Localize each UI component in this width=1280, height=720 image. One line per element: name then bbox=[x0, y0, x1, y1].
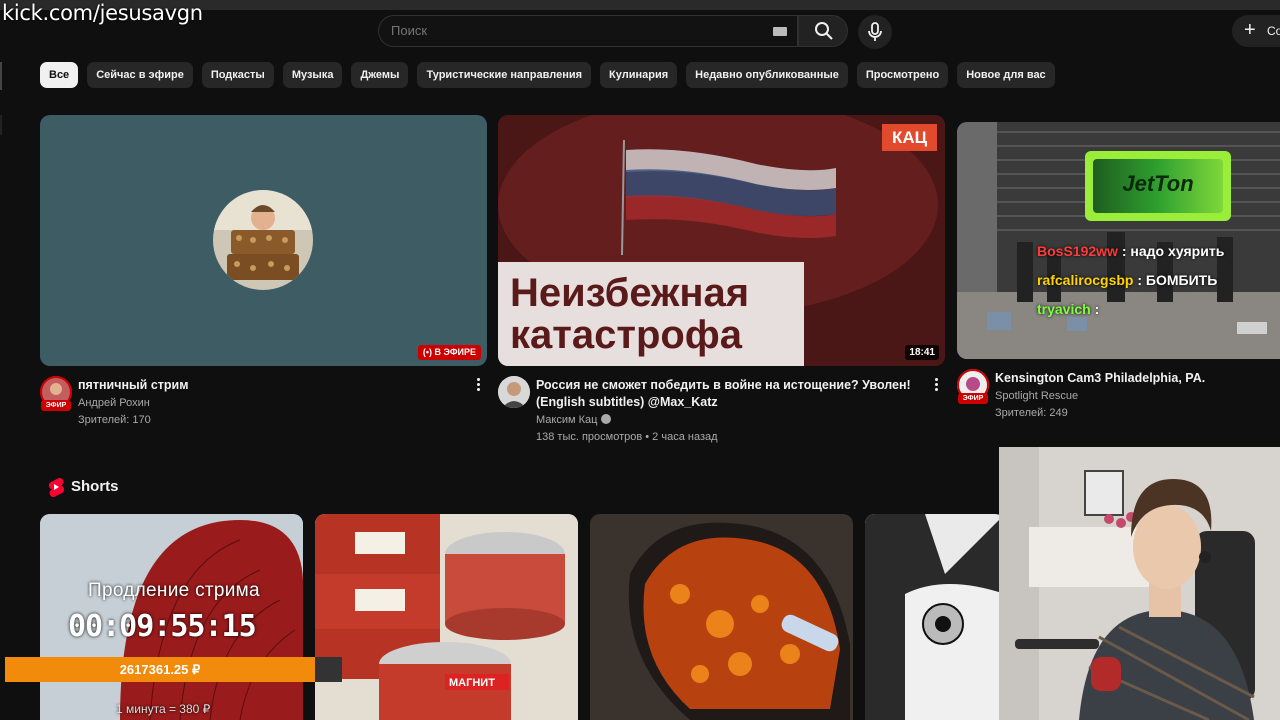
chat-message: tryavich : bbox=[1037, 301, 1099, 317]
short-card[interactable] bbox=[590, 514, 853, 720]
create-button[interactable]: + Со bbox=[1232, 15, 1280, 47]
chip-new-for-you[interactable]: Новое для вас bbox=[957, 62, 1055, 88]
channel-name[interactable]: Андрей Рохин bbox=[78, 397, 150, 409]
video-card[interactable]: (•) В ЭФИРЕ ЭФИР пятничный стрим Андрей … bbox=[40, 115, 487, 446]
search-icon bbox=[815, 22, 833, 40]
stream-timer: 00:09:55:15 bbox=[68, 609, 257, 644]
thumbnail-caption-line2: катастрофа bbox=[510, 313, 743, 357]
video-title[interactable]: Россия не сможет победить в войне на ист… bbox=[536, 377, 916, 411]
verified-icon bbox=[600, 414, 611, 424]
sponsor-logo-text: JetTon bbox=[1122, 171, 1194, 196]
sponsor-banner: JetTon bbox=[1085, 151, 1231, 221]
video-title[interactable]: пятничный стрим bbox=[78, 377, 458, 394]
search-box[interactable] bbox=[378, 15, 798, 47]
chip-watched[interactable]: Просмотрено bbox=[856, 62, 949, 88]
chip-jams[interactable]: Джемы bbox=[351, 62, 409, 88]
keyboard-icon[interactable] bbox=[773, 27, 787, 36]
filter-chips: Все Сейчас в эфире Подкасты Музыка Джемы… bbox=[40, 62, 1055, 88]
create-label: Со bbox=[1267, 24, 1280, 38]
svg-text:МАГНИТ: МАГНИТ bbox=[449, 677, 495, 689]
sidebar-edge bbox=[0, 115, 2, 135]
chat-user: tryavich bbox=[1037, 301, 1091, 317]
plus-icon: + bbox=[1244, 19, 1256, 41]
avatar-image bbox=[498, 376, 530, 408]
thumbnail-caption-line1: Неизбежная bbox=[510, 271, 750, 315]
channel-avatar[interactable]: ЭФИР bbox=[957, 369, 989, 404]
channel-avatar[interactable] bbox=[498, 376, 530, 408]
live-badge-label: В ЭФИРЕ bbox=[434, 347, 476, 357]
channel-logo-badge: КАЦ bbox=[882, 124, 937, 151]
short-card[interactable]: МАГНИТ bbox=[315, 514, 578, 720]
chip-cooking[interactable]: Кулинария bbox=[600, 62, 678, 88]
chat-text: : надо хуярить bbox=[1121, 243, 1225, 259]
search-input[interactable] bbox=[391, 23, 751, 38]
streamer-photo bbox=[213, 190, 313, 290]
chip-podcasts[interactable]: Подкасты bbox=[201, 62, 274, 88]
video-card[interactable]: JetTon BosS192ww : надо хуярить rafcalir… bbox=[957, 115, 1280, 432]
chat-user: rafcalirocgsbp bbox=[1037, 272, 1134, 288]
chat-message: BosS192ww : надо хуярить bbox=[1037, 243, 1224, 259]
donation-amount: 2617361.25 ₽ bbox=[119, 662, 201, 677]
channel-name[interactable]: Spotlight Rescue bbox=[995, 390, 1078, 402]
chat-user: BosS192ww bbox=[1037, 243, 1118, 259]
video-card[interactable]: Неизбежная катастрофа КАЦ 18:41 Россия н… bbox=[498, 115, 945, 446]
stream-rate: 1 минута = 380 ₽ bbox=[116, 702, 211, 716]
thumbnail-caption-box: Неизбежная катастрофа bbox=[498, 262, 804, 366]
voice-search-button[interactable] bbox=[858, 15, 892, 49]
short-card[interactable] bbox=[865, 514, 1005, 720]
more-options-icon[interactable] bbox=[935, 378, 939, 392]
webcam-feed bbox=[999, 447, 1280, 720]
video-title[interactable]: Kensington Cam3 Philadelphia, PA. bbox=[995, 370, 1265, 387]
channel-name[interactable]: Максим Кац bbox=[536, 414, 611, 426]
sidebar-edge bbox=[0, 62, 2, 90]
donation-progress-bar: 2617361.25 ₽ bbox=[5, 657, 342, 682]
channel-avatar[interactable]: ЭФИР bbox=[40, 376, 72, 411]
more-options-icon[interactable] bbox=[477, 378, 481, 392]
short-thumbnail: МАГНИТ bbox=[315, 514, 578, 720]
search-button[interactable] bbox=[798, 15, 848, 47]
shorts-title: Shorts bbox=[71, 478, 119, 495]
chat-text: : БОМБИТЬ bbox=[1137, 272, 1218, 288]
avatar-live-badge: ЭФИР bbox=[958, 393, 988, 404]
channel-name-text: Максим Кац bbox=[536, 414, 598, 426]
chat-message: rafcalirocgsbp : БОМБИТЬ bbox=[1037, 272, 1217, 288]
short-thumbnail bbox=[865, 514, 1005, 720]
video-stats: 138 тыс. просмотров • 2 часа назад bbox=[536, 431, 718, 443]
live-badge: (•) В ЭФИРЕ bbox=[417, 345, 481, 360]
video-title-line1: Россия не сможет победить в войне на ист… bbox=[536, 378, 911, 392]
chip-recently-uploaded[interactable]: Недавно опубликованные bbox=[686, 62, 848, 88]
video-thumbnail[interactable]: (•) В ЭФИРЕ bbox=[40, 115, 487, 366]
viewer-count: Зрителей: 170 bbox=[78, 414, 151, 426]
chip-travel[interactable]: Туристические направления bbox=[417, 62, 592, 88]
viewer-count: Зрителей: 249 bbox=[995, 407, 1068, 419]
stream-url-overlay: kick.com/jesusavgn bbox=[2, 1, 203, 25]
video-thumbnail[interactable]: JetTon BosS192ww : надо хуярить rafcalir… bbox=[957, 122, 1280, 359]
chip-all[interactable]: Все bbox=[40, 62, 79, 88]
shorts-icon bbox=[48, 477, 64, 497]
chip-music[interactable]: Музыка bbox=[282, 62, 343, 88]
streamer-webcam bbox=[999, 447, 1280, 720]
duration-badge: 18:41 bbox=[905, 345, 939, 360]
video-thumbnail[interactable]: Неизбежная катастрофа КАЦ 18:41 bbox=[498, 115, 945, 366]
microphone-icon bbox=[868, 22, 882, 41]
chat-text: : bbox=[1094, 301, 1100, 317]
stream-extend-label: Продление стрима bbox=[88, 580, 260, 601]
avatar-live-badge: ЭФИР bbox=[41, 400, 71, 411]
short-thumbnail bbox=[590, 514, 853, 720]
video-title-line2: (English subtitles) @Max_Katz bbox=[536, 395, 718, 409]
chip-live-now[interactable]: Сейчас в эфире bbox=[87, 62, 193, 88]
